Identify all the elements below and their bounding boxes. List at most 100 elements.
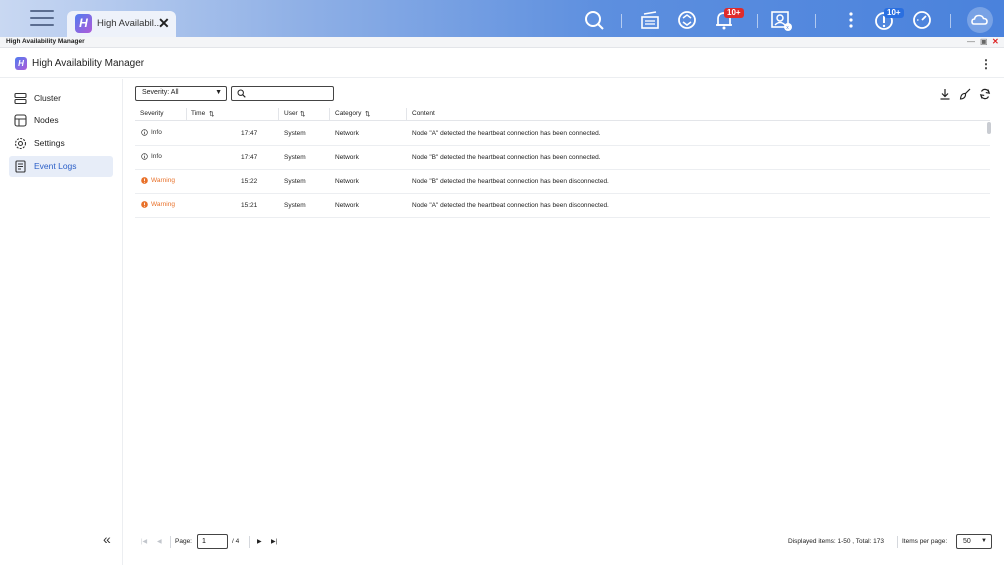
user-cell: System [284,178,306,185]
items-per-page-select[interactable]: 50 ▼ [956,534,992,549]
warning-icon [141,201,148,208]
app-tab[interactable]: H High Availabil... ✕ [67,11,176,37]
chevron-down-icon: ▼ [215,89,222,96]
sidebar-item-settings[interactable]: Settings [9,133,113,154]
nodes-icon [14,114,27,127]
sidebar-item-label: Nodes [34,115,59,125]
severity-label: Warning [151,201,175,208]
time-cell: 17:47 [241,154,258,161]
search-icon[interactable] [583,9,605,31]
severity-cell: Warning [141,177,175,184]
time-cell: 15:21 [241,202,258,209]
search-input[interactable] [250,88,330,99]
cluster-icon [14,92,27,105]
info-icon [141,153,148,160]
column-header-user[interactable]: User [284,110,298,117]
sort-icon[interactable]: ⇅ [209,110,214,118]
user-cell: System [284,130,306,137]
items-per-page-value: 50 [963,538,971,545]
category-cell: Network [335,154,359,161]
severity-filter-select[interactable]: Severity: All ▼ [135,86,227,101]
page-number-input[interactable] [197,534,228,549]
window-title-bar: High Availability Manager — ▣ ✕ [0,37,1004,48]
next-page-icon[interactable]: ▶ [257,538,262,545]
info-icon [141,129,148,136]
sidebar-item-label: Cluster [34,93,61,103]
content-cell: Node "A" detected the heartbeat connecti… [412,130,601,137]
collapse-sidebar-icon[interactable]: « [103,531,111,547]
sidebar-item-cluster[interactable]: Cluster [9,88,113,109]
severity-cell: Info [141,129,162,136]
close-tab-icon[interactable]: ✕ [158,15,170,32]
severity-filter-value: Severity: All [142,89,179,96]
notification-badge: 10+ [724,8,744,18]
gear-icon [14,137,27,150]
search-icon [237,89,246,98]
table-scrollbar[interactable] [987,122,991,134]
sidebar-item-label: Settings [34,138,65,148]
column-header-time[interactable]: Time [191,110,205,117]
severity-label: Info [151,153,162,160]
update-badge: 10+ [884,8,904,18]
content-cell: Node "A" detected the heartbeat connecti… [412,202,609,209]
last-page-icon[interactable]: ▶| [271,538,277,545]
content-cell: Node "B" detected the heartbeat connecti… [412,178,609,185]
minimize-icon[interactable]: — [967,37,975,46]
table-header: Severity Time ⇅ User ⇅ Category ⇅ Conten… [135,107,990,121]
sidebar-item-event-logs[interactable]: Event Logs [9,156,113,177]
previous-page-icon[interactable]: ◀ [157,538,162,545]
warning-icon [141,177,148,184]
close-window-icon[interactable]: ✕ [992,37,999,46]
more-menu-icon[interactable]: ⋮ [980,57,992,71]
app-tab-label: High Availabil... [97,18,162,29]
severity-cell: Warning [141,201,175,208]
table-row[interactable]: Warning 15:22 System Network Node "B" de… [135,170,990,194]
refresh-icon[interactable] [979,88,991,100]
sidebar-item-label: Event Logs [34,161,77,171]
items-per-page-label: Items per page: [902,538,948,545]
severity-label: Warning [151,177,175,184]
column-header-severity[interactable]: Severity [140,110,163,117]
sort-icon[interactable]: ⇅ [300,110,305,118]
download-icon[interactable] [939,88,951,100]
search-field[interactable] [231,86,334,101]
sidebar-item-nodes[interactable]: Nodes [9,110,113,131]
window-title: High Availability Manager [6,38,85,45]
category-cell: Network [335,178,359,185]
app-header: H High Availability Manager ⋮ [0,48,1004,78]
cloud-icon[interactable] [966,6,994,34]
app-logo-icon: H [15,57,27,70]
tasks-icon[interactable] [639,9,661,31]
chevron-down-icon: ▼ [981,538,987,544]
sidebar: Cluster Nodes Settings Event Logs « [0,79,123,565]
severity-cell: Info [141,153,162,160]
user-cell: System [284,154,306,161]
displayed-items-summary: Displayed items: 1-50 , Total: 173 [788,538,884,545]
severity-label: Info [151,129,162,136]
ha-manager-logo-icon: H [75,14,92,33]
event-log-icon [15,160,26,173]
time-cell: 17:47 [241,130,258,137]
table-row[interactable]: Warning 15:21 System Network Node "A" de… [135,194,990,218]
table-row[interactable]: Info 17:47 System Network Node "A" detec… [135,122,990,146]
category-cell: Network [335,202,359,209]
table-row[interactable]: Info 17:47 System Network Node "B" detec… [135,146,990,170]
time-cell: 15:22 [241,178,258,185]
first-page-icon[interactable]: |◀ [141,538,147,545]
sort-icon[interactable]: ⇅ [365,110,370,118]
restore-icon[interactable]: ▣ [980,37,988,46]
column-header-category[interactable]: Category [335,110,361,117]
taskbar: H High Availabil... ✕ 10+ x 10+ [0,0,1004,37]
resource-monitor-icon[interactable] [911,9,933,31]
category-cell: Network [335,130,359,137]
main-menu-icon[interactable] [30,10,54,28]
page-label: Page: [175,538,192,545]
clear-logs-broom-icon[interactable] [959,88,971,100]
user-account-icon[interactable]: x [770,9,792,31]
user-cell: System [284,202,306,209]
pagination-bar: |◀ ◀ Page: / 4 ▶ ▶| Displayed items: 1-5… [123,532,1004,552]
sync-icon[interactable] [676,9,698,31]
content-cell: Node "B" detected the heartbeat connecti… [412,154,601,161]
column-header-content[interactable]: Content [412,110,435,117]
more-options-icon[interactable] [840,9,862,31]
